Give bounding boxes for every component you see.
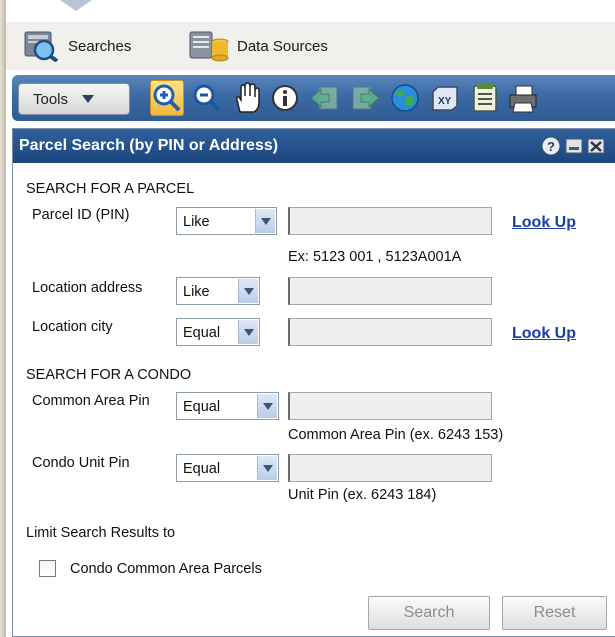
location-address-input[interactable] [288, 277, 492, 305]
panel-header: Parcel Search (by PIN or Address) ? [13, 129, 615, 163]
xy-coordinate-icon: XY [432, 86, 458, 111]
common-area-pin-label: Common Area Pin [32, 393, 150, 409]
search-icon [24, 31, 59, 62]
zoom-out-icon [193, 84, 221, 112]
location-city-lookup-link[interactable]: Look Up [512, 325, 576, 343]
previous-extent-icon [310, 86, 338, 110]
common-area-pin-input[interactable] [288, 392, 492, 420]
zoom-in-icon [153, 84, 181, 112]
identify-info-icon [272, 85, 298, 111]
print-tool[interactable] [506, 80, 540, 116]
nav-tab-data-sources-label: Data Sources [237, 37, 328, 55]
parcel-id-input[interactable] [288, 207, 492, 235]
location-city-input[interactable] [288, 318, 492, 346]
parcel-id-lookup-link[interactable]: Look Up [512, 214, 576, 232]
svg-text:XY: XY [438, 96, 452, 107]
condo-unit-pin-label: Condo Unit Pin [32, 455, 130, 471]
location-address-operator-value: Like [183, 284, 210, 300]
pan-hand-icon [236, 82, 260, 113]
parcel-section-heading: SEARCH FOR A PARCEL [26, 181, 195, 197]
tools-label: Tools [33, 90, 69, 108]
zoom-out-tool[interactable] [190, 80, 224, 116]
tools-dropdown-button[interactable]: Tools [18, 83, 130, 115]
identify-tool[interactable] [268, 80, 302, 116]
chevron-down-icon [238, 279, 258, 303]
condo-unit-pin-operator-select[interactable]: Equal [176, 454, 279, 482]
location-city-label: Location city [32, 319, 113, 335]
parcel-id-operator-select[interactable]: Like [176, 207, 277, 235]
chevron-down-icon [255, 209, 275, 233]
chevron-down-icon [257, 394, 277, 418]
reset-button[interactable]: Reset [502, 596, 607, 630]
parcel-id-operator-value: Like [183, 214, 210, 230]
parcel-search-panel: Parcel Search (by PIN or Address) ? SEAR… [12, 128, 615, 637]
condo-common-area-checkbox[interactable] [39, 560, 56, 577]
common-area-pin-example: Common Area Pin (ex. 6243 153) [288, 427, 504, 443]
condo-common-area-checkbox-label: Condo Common Area Parcels [70, 561, 262, 577]
svg-text:?: ? [547, 139, 555, 154]
previous-extent-tool[interactable] [308, 80, 342, 116]
nav-tab-data-sources[interactable]: Data Sources [189, 30, 328, 62]
minimize-icon[interactable] [565, 136, 583, 156]
condo-unit-pin-operator-value: Equal [183, 461, 221, 477]
condo-unit-pin-example: Unit Pin (ex. 6243 184) [288, 487, 437, 503]
zoom-in-tool[interactable] [150, 80, 184, 116]
chevron-down-icon [257, 456, 277, 480]
xy-coordinate-tool[interactable]: XY [428, 80, 462, 116]
common-area-pin-operator-value: Equal [183, 399, 221, 415]
chevron-down-icon [238, 320, 258, 344]
parcel-id-example: Ex: 5123 001 , 5123A001A [288, 249, 462, 265]
nav-tab-searches-label: Searches [68, 37, 132, 55]
notepad-tool[interactable] [468, 80, 502, 116]
next-extent-icon [352, 86, 380, 110]
data-sources-icon [189, 31, 229, 62]
print-icon [509, 85, 537, 113]
condo-unit-pin-input[interactable] [288, 454, 492, 482]
location-address-operator-select[interactable]: Like [176, 277, 260, 305]
location-city-operator-select[interactable]: Equal [176, 318, 260, 346]
collapse-arrow[interactable] [60, 0, 92, 11]
next-extent-tool[interactable] [348, 80, 382, 116]
location-address-label: Location address [32, 280, 143, 296]
caret-down-icon [82, 95, 95, 103]
parcel-id-label: Parcel ID (PIN) [32, 207, 130, 223]
common-area-pin-operator-select[interactable]: Equal [176, 392, 279, 420]
window-left-border [0, 0, 6, 637]
nav-tab-bar: Searches Data Sources [6, 22, 615, 70]
pan-tool[interactable] [230, 80, 264, 116]
limit-results-label: Limit Search Results to [26, 525, 176, 541]
close-icon[interactable] [587, 136, 605, 156]
location-city-operator-value: Equal [183, 325, 221, 341]
nav-tab-searches[interactable]: Searches [24, 30, 131, 62]
map-toolbar: Tools XY [12, 75, 615, 121]
help-icon[interactable]: ? [541, 136, 561, 156]
full-extent-globe-icon [391, 84, 419, 112]
panel-title: Parcel Search (by PIN or Address) [19, 137, 279, 154]
search-button[interactable]: Search [368, 596, 490, 630]
notepad-icon [473, 84, 497, 112]
full-extent-tool[interactable] [388, 80, 422, 116]
condo-section-heading: SEARCH FOR A CONDO [26, 367, 192, 383]
